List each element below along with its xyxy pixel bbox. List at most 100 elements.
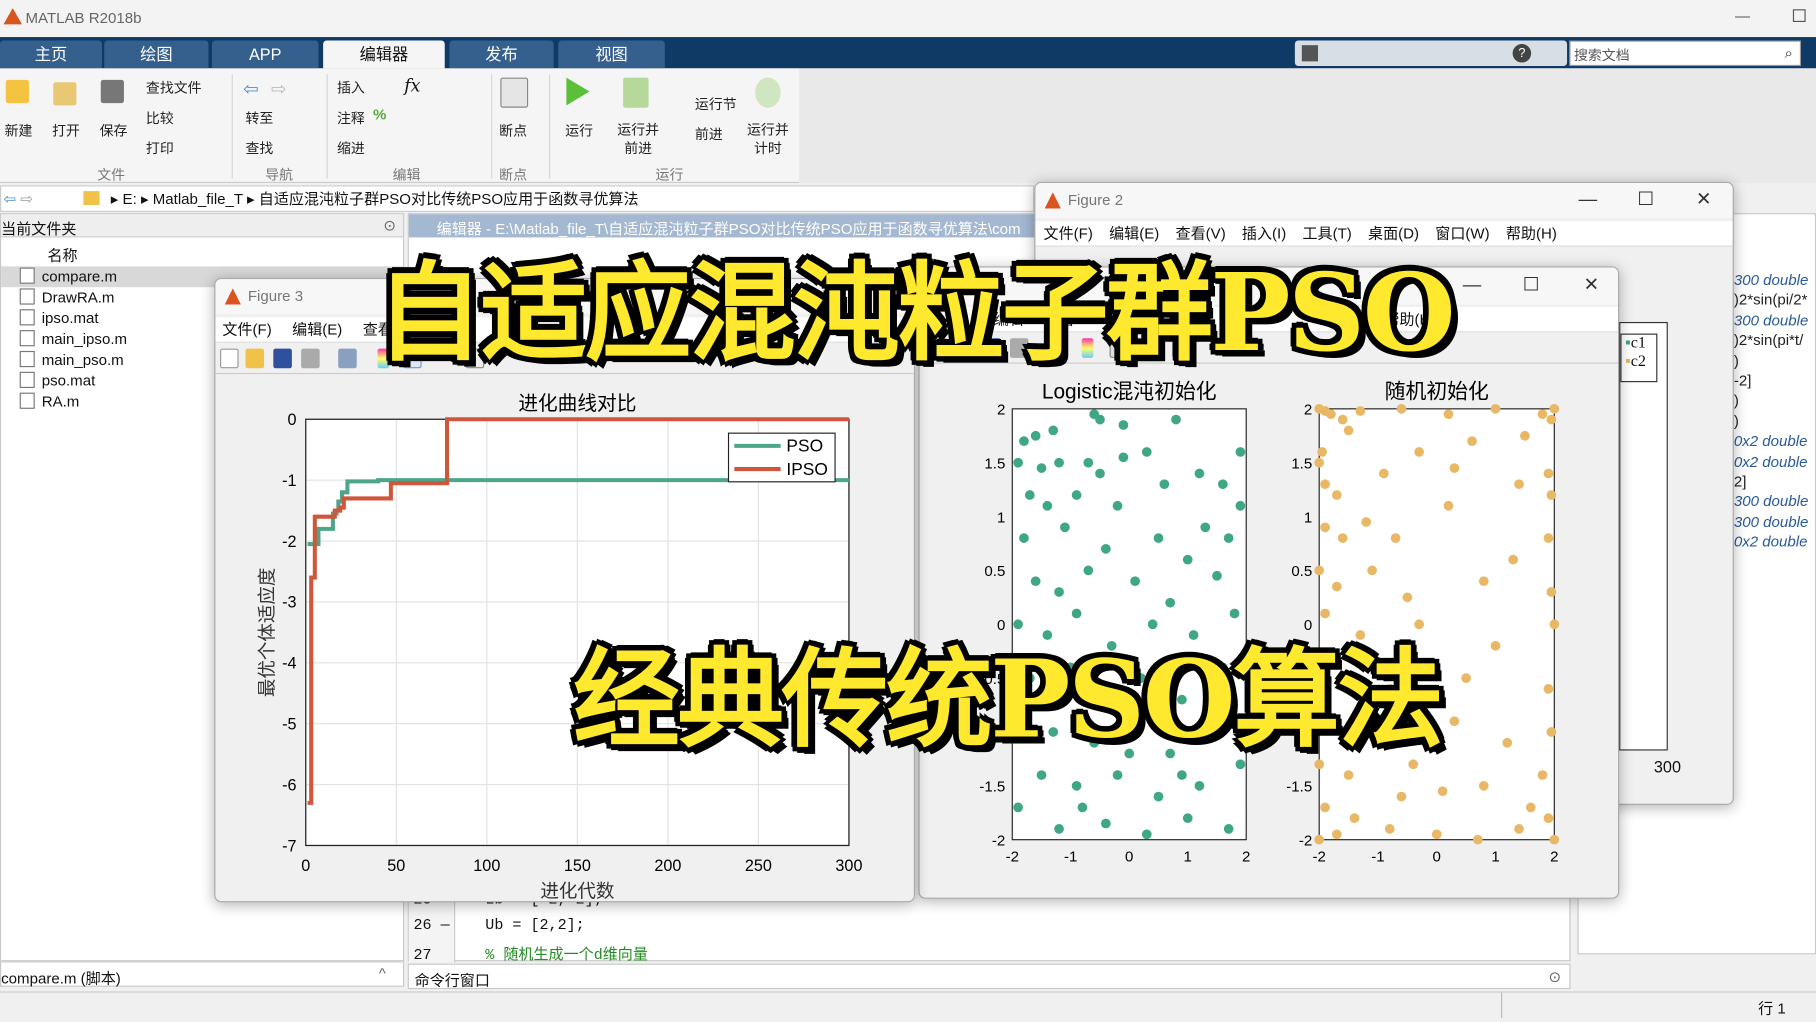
run-time-button[interactable]: 运行并计时 (746, 120, 790, 157)
save-icon[interactable] (273, 348, 292, 369)
new-icon[interactable] (5, 79, 29, 104)
find-files-button[interactable]: 查找文件 (146, 78, 202, 98)
run-advance-button[interactable]: 运行并前进 (616, 120, 660, 157)
scatter-point (1543, 533, 1554, 543)
file-item[interactable]: DrawRA.m (19, 288, 115, 306)
scatter-point (1013, 457, 1023, 468)
menu-edit[interactable]: 编辑(E) (292, 317, 342, 339)
scatter-point (1314, 565, 1325, 576)
tab-publish[interactable]: 发布 (449, 40, 554, 69)
open-folder-icon[interactable] (53, 82, 77, 106)
search-docs-input[interactable]: 搜索文档 ⌕ (1569, 40, 1802, 67)
search-icon[interactable]: ⌕ (1784, 44, 1792, 63)
print-button[interactable]: 打印 (146, 138, 174, 158)
print-icon[interactable] (301, 348, 320, 369)
y-tick-label: -1.5 (1286, 779, 1312, 796)
breadcrumb-folder[interactable]: 自适应混沌粒子群PSO对比传统PSO应用于函数寻优算法 (259, 190, 639, 207)
app-title: MATLAB R2018b (25, 9, 142, 27)
insert-button[interactable]: 插入 (337, 78, 365, 98)
file-item[interactable]: pso.mat (19, 371, 95, 389)
close-button[interactable]: ✕ (1568, 269, 1614, 304)
save-button[interactable]: 保存 (100, 120, 128, 140)
compare-button[interactable]: 比较 (146, 108, 174, 128)
scatter-point (1314, 457, 1325, 468)
breakpoints-button[interactable]: 断点 (499, 120, 527, 140)
address-bar[interactable]: ⇦ ⇨ ▸ E: ▸ Matlab_file_T ▸ 自适应混沌粒子群PSO对比… (0, 185, 1035, 212)
back-icon[interactable]: ⇦ (3, 190, 16, 207)
scatter-point (1390, 533, 1401, 543)
file-item[interactable]: RA.m (19, 392, 79, 410)
find-button[interactable]: 查找 (246, 138, 274, 158)
scatter-point (1235, 447, 1246, 457)
open-icon[interactable] (245, 348, 265, 369)
run-advance-icon[interactable] (623, 77, 649, 108)
new-button[interactable]: 新建 (5, 120, 33, 140)
scatter-point (1331, 829, 1342, 840)
scatter-point (1326, 409, 1336, 420)
forward-arrow-icon[interactable]: ⇨ (271, 78, 287, 101)
y-tick-label: -2 (992, 832, 1005, 849)
x-tick-label: 200 (654, 857, 681, 875)
scatter-point (1549, 619, 1560, 630)
expand-caret-icon[interactable]: ^ (379, 965, 386, 982)
back-arrow-icon[interactable]: ⇦ (243, 78, 259, 101)
open-button[interactable]: 打开 (52, 120, 80, 140)
workspace-value: 300 double (1733, 311, 1809, 329)
comment-button[interactable]: 注释 (337, 108, 365, 128)
minimize-button[interactable]: — (1565, 183, 1611, 218)
run-time-icon[interactable] (755, 77, 781, 108)
advance-button[interactable]: 前进 (695, 124, 723, 144)
editor-ribbon: 新建 打开 保存 查找文件 比较 打印 文件 ⇦ ⇨ 转至 查找 导航 插入 f… (0, 68, 800, 183)
file-item[interactable]: main_ipso.m (19, 330, 127, 347)
scatter-point (1337, 533, 1348, 543)
breakpoints-icon[interactable] (500, 77, 529, 108)
menu-item[interactable]: 帮助(H) (1506, 221, 1557, 243)
code-line[interactable]: 27 % 随机生成一个d维向量 (413, 942, 647, 963)
scatter-point (1449, 716, 1460, 727)
code-line[interactable]: 26 — Ub = [2,2]; (413, 916, 584, 933)
run-button[interactable]: 运行 (565, 120, 593, 140)
scatter-point (1153, 533, 1164, 543)
divider (548, 74, 551, 179)
scatter-point (1171, 414, 1181, 425)
file-item[interactable]: compare.m (19, 267, 117, 285)
minimize-button[interactable]: — (1449, 269, 1495, 304)
maximize-button[interactable] (1792, 9, 1806, 23)
panel-menu-icon[interactable]: ⊙ (1549, 968, 1562, 987)
x-tick-label: 100 (473, 857, 500, 875)
maximize-button[interactable]: ☐ (1508, 269, 1554, 304)
tab-home[interactable]: 主页 (0, 40, 102, 69)
y-tick-label: 1.5 (1291, 455, 1312, 472)
save-icon[interactable] (100, 79, 124, 104)
column-header-name[interactable]: 名称 (47, 243, 77, 265)
file-item[interactable]: main_pso.m (19, 350, 124, 368)
details-text: compare.m (脚本) (1, 969, 121, 987)
scatter-point (1546, 587, 1557, 597)
run-icon[interactable] (566, 77, 590, 106)
legend-entry-c1: c1 (1630, 334, 1647, 353)
link-icon[interactable] (338, 348, 357, 369)
save-icon[interactable] (1301, 45, 1319, 62)
new-figure-icon[interactable] (220, 348, 239, 369)
maximize-button[interactable]: ☐ (1623, 183, 1669, 218)
percent-icon[interactable]: % (373, 105, 386, 122)
tab-apps[interactable]: APP (211, 40, 319, 69)
file-icon (19, 371, 35, 388)
breadcrumb-drive[interactable]: E: (123, 190, 137, 207)
tab-plots[interactable]: 绘图 (104, 40, 209, 69)
fx-button[interactable]: fx (404, 75, 420, 96)
close-button[interactable]: ✕ (1681, 183, 1727, 218)
file-item[interactable]: ipso.mat (19, 309, 99, 327)
tab-editor[interactable]: 编辑器 (323, 40, 445, 69)
run-section-button[interactable]: 运行节 (695, 94, 737, 114)
minimize-button[interactable]: — (1735, 7, 1750, 24)
breadcrumb-folder[interactable]: Matlab_file_T (153, 190, 243, 207)
menu-file[interactable]: 文件(F) (222, 317, 271, 339)
goto-button[interactable]: 转至 (246, 108, 274, 128)
help-icon[interactable]: ? (1512, 44, 1532, 63)
indent-button[interactable]: 缩进 (337, 138, 365, 158)
forward-icon[interactable]: ⇨ (20, 190, 33, 207)
tab-view[interactable]: 视图 (558, 40, 665, 69)
scatter-point (1508, 554, 1519, 565)
file-name: DrawRA.m (41, 288, 115, 306)
